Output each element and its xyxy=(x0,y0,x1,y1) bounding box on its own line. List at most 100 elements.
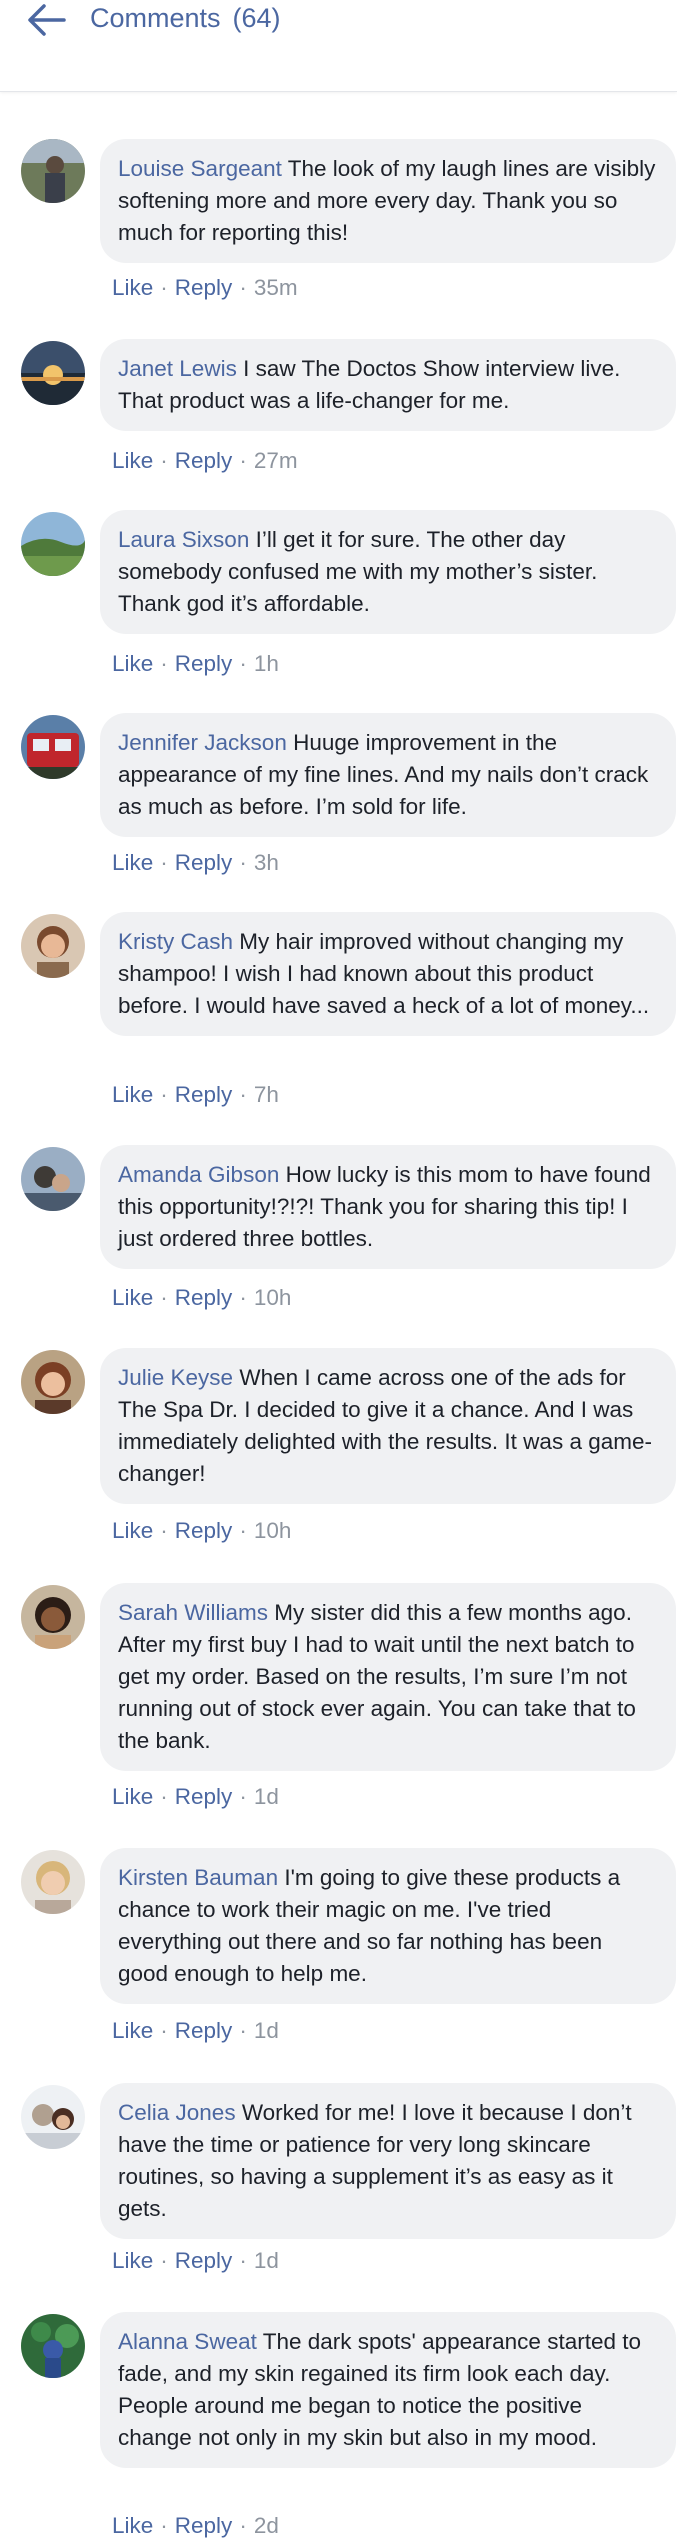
comments-header: Comments (64) xyxy=(0,0,677,92)
separator: · xyxy=(239,1784,247,1809)
page-title: Comments (64) xyxy=(90,3,281,34)
separator: · xyxy=(239,1518,247,1543)
avatar[interactable] xyxy=(21,715,85,779)
separator: · xyxy=(239,448,247,473)
comment-time: 2d xyxy=(253,2513,279,2538)
comment-author[interactable]: Celia Jones xyxy=(118,2100,236,2125)
comment-time: 10h xyxy=(253,1285,292,1310)
avatar[interactable] xyxy=(21,914,85,978)
comment-time: 1h xyxy=(253,651,279,676)
separator: · xyxy=(160,850,168,875)
comment-time: 27m xyxy=(253,448,298,473)
comment-bubble: Jennifer Jackson Huuge improvement in th… xyxy=(100,713,676,837)
avatar[interactable] xyxy=(21,2085,85,2149)
comment-author[interactable]: Sarah Williams xyxy=(118,1600,268,1625)
like-button[interactable]: Like xyxy=(112,275,153,300)
comment-time: 7h xyxy=(253,1082,279,1107)
comment-author[interactable]: Kirsten Bauman xyxy=(118,1865,278,1890)
reply-button[interactable]: Reply xyxy=(175,2513,233,2538)
comment-actions: Like · Reply · 7h xyxy=(112,1082,279,1108)
avatar[interactable] xyxy=(21,1147,85,1211)
separator: · xyxy=(160,275,168,300)
comment-bubble: Kirsten Bauman I'm going to give these p… xyxy=(100,1848,676,2004)
comment-author[interactable]: Janet Lewis xyxy=(118,356,237,381)
comment-time: 1d xyxy=(253,2018,279,2043)
header-title-text: Comments xyxy=(90,3,221,33)
like-button[interactable]: Like xyxy=(112,1518,153,1543)
comment-bubble: Amanda Gibson How lucky is this mom to h… xyxy=(100,1145,676,1269)
like-button[interactable]: Like xyxy=(112,448,153,473)
separator: · xyxy=(239,2248,247,2273)
comment-bubble: Laura Sixson I’ll get it for sure. The o… xyxy=(100,510,676,634)
separator: · xyxy=(160,1285,168,1310)
comment-actions: Like · Reply · 1d xyxy=(112,1784,279,1810)
comment-author[interactable]: Julie Keyse xyxy=(118,1365,233,1390)
comment-actions: Like · Reply · 2d xyxy=(112,2513,279,2539)
like-button[interactable]: Like xyxy=(112,1082,153,1107)
avatar[interactable] xyxy=(21,1350,85,1414)
comment-time: 1d xyxy=(253,2248,279,2273)
reply-button[interactable]: Reply xyxy=(175,1518,233,1543)
reply-button[interactable]: Reply xyxy=(175,448,233,473)
like-button[interactable]: Like xyxy=(112,2513,153,2538)
like-button[interactable]: Like xyxy=(112,651,153,676)
reply-button[interactable]: Reply xyxy=(175,275,233,300)
avatar[interactable] xyxy=(21,139,85,203)
avatar[interactable] xyxy=(21,341,85,405)
comment-bubble: Celia Jones Worked for me! I love it bec… xyxy=(100,2083,676,2239)
separator: · xyxy=(239,850,247,875)
comment-actions: Like · Reply · 27m xyxy=(112,448,298,474)
reply-button[interactable]: Reply xyxy=(175,1285,233,1310)
reply-button[interactable]: Reply xyxy=(175,2018,233,2043)
avatar[interactable] xyxy=(21,1585,85,1649)
comment-bubble: Kristy Cash My hair improved without cha… xyxy=(100,912,676,1036)
comment-bubble: Julie Keyse When I came across one of th… xyxy=(100,1348,676,1504)
comment-time: 3h xyxy=(253,850,279,875)
like-button[interactable]: Like xyxy=(112,2018,153,2043)
separator: · xyxy=(239,1082,247,1107)
comment-author[interactable]: Louise Sargeant xyxy=(118,156,282,181)
comment-time: 1d xyxy=(253,1784,279,1809)
comment-bubble: Louise Sargeant The look of my laugh lin… xyxy=(100,139,676,263)
back-arrow-icon[interactable] xyxy=(24,0,68,40)
reply-button[interactable]: Reply xyxy=(175,850,233,875)
comment-time: 10h xyxy=(253,1518,292,1543)
comment-bubble: Sarah Williams My sister did this a few … xyxy=(100,1583,676,1771)
like-button[interactable]: Like xyxy=(112,1784,153,1809)
separator: · xyxy=(160,1082,168,1107)
separator: · xyxy=(160,651,168,676)
comment-time: 35m xyxy=(253,275,298,300)
comment-actions: Like · Reply · 1d xyxy=(112,2018,279,2044)
reply-button[interactable]: Reply xyxy=(175,2248,233,2273)
comment-author[interactable]: Alanna Sweat xyxy=(118,2329,257,2354)
reply-button[interactable]: Reply xyxy=(175,651,233,676)
comment-actions: Like · Reply · 3h xyxy=(112,850,279,876)
avatar[interactable] xyxy=(21,2314,85,2378)
comment-author[interactable]: Kristy Cash xyxy=(118,929,233,954)
like-button[interactable]: Like xyxy=(112,2248,153,2273)
comment-author[interactable]: Laura Sixson xyxy=(118,527,249,552)
like-button[interactable]: Like xyxy=(112,1285,153,1310)
separator: · xyxy=(160,1518,168,1543)
comment-actions: Like · Reply · 1h xyxy=(112,651,279,677)
comment-actions: Like · Reply · 1d xyxy=(112,2248,279,2274)
separator: · xyxy=(160,2248,168,2273)
comment-author[interactable]: Jennifer Jackson xyxy=(118,730,287,755)
avatar[interactable] xyxy=(21,1850,85,1914)
separator: · xyxy=(239,2513,247,2538)
reply-button[interactable]: Reply xyxy=(175,1784,233,1809)
separator: · xyxy=(160,448,168,473)
separator: · xyxy=(239,651,247,676)
comment-bubble: Alanna Sweat The dark spots' appearance … xyxy=(100,2312,676,2468)
separator: · xyxy=(160,1784,168,1809)
reply-button[interactable]: Reply xyxy=(175,1082,233,1107)
separator: · xyxy=(239,1285,247,1310)
like-button[interactable]: Like xyxy=(112,850,153,875)
comment-count: (64) xyxy=(232,3,281,33)
comment-actions: Like · Reply · 10h xyxy=(112,1285,291,1311)
comment-bubble: Janet Lewis I saw The Doctos Show interv… xyxy=(100,339,676,431)
comment-actions: Like · Reply · 35m xyxy=(112,275,298,301)
separator: · xyxy=(160,2018,168,2043)
avatar[interactable] xyxy=(21,512,85,576)
comment-author[interactable]: Amanda Gibson xyxy=(118,1162,279,1187)
